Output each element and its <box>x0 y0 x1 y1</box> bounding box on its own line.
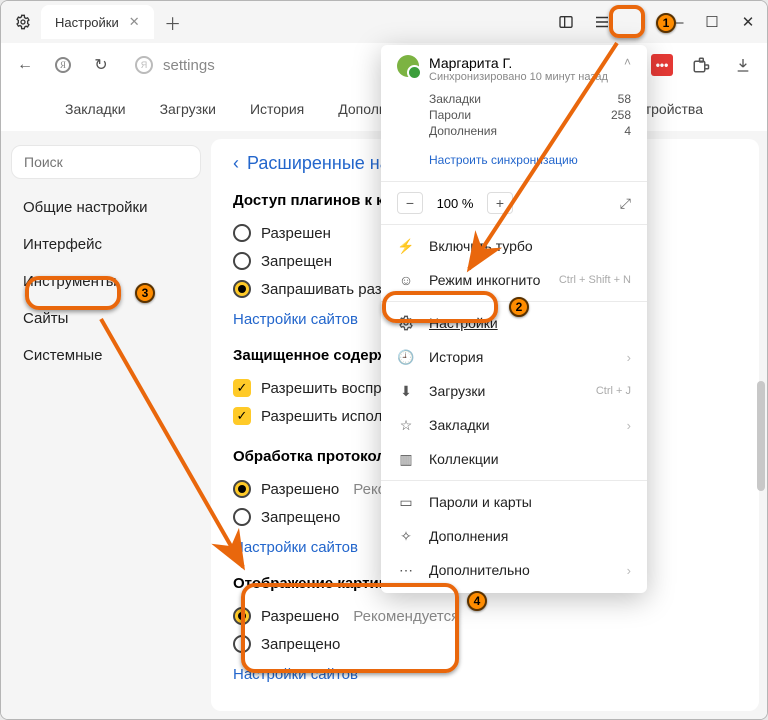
puzzle-icon: ✧ <box>397 527 415 545</box>
more-icon: ⋯ <box>397 561 415 579</box>
scrollbar-thumb[interactable] <box>757 381 765 491</box>
zoom-out-button[interactable]: − <box>397 192 423 214</box>
chevron-right-icon: › <box>627 350 631 365</box>
link-sites-settings[interactable]: Настройки сайтов <box>233 311 358 328</box>
sidebar-item-instruments[interactable]: Инструменты <box>11 263 201 300</box>
annotation-badge-3: 3 <box>135 283 155 303</box>
bolt-icon: ⚡ <box>397 237 415 255</box>
chevron-up-icon[interactable]: ˄ <box>624 55 631 69</box>
menu-collections[interactable]: ▥Коллекции <box>381 442 647 476</box>
reload-button[interactable]: ↻ <box>87 51 115 79</box>
link-sites-settings[interactable]: Настройки сайтов <box>233 666 358 683</box>
sync-stats: Закладки58 Пароли258 Дополнения4 <box>381 83 647 149</box>
opt-images-denied[interactable]: Запрещено <box>233 630 749 658</box>
star-icon: ☆ <box>397 416 415 434</box>
browser-tab[interactable]: Настройки ✕ <box>41 5 154 39</box>
maximize-button[interactable]: ☐ <box>703 13 721 31</box>
sidebar-item-interface[interactable]: Интерфейс <box>11 226 201 263</box>
menu-passwords[interactable]: ▭Пароли и карты <box>381 485 647 519</box>
close-button[interactable]: ✕ <box>739 13 757 31</box>
browser-window: Настройки ✕ ＋ — ☐ ✕ ← Я ↻ Я settings Нас… <box>0 0 768 720</box>
annotation-badge-2: 2 <box>509 297 529 317</box>
tab-downloads[interactable]: Загрузки <box>152 95 224 123</box>
divider <box>381 224 647 225</box>
menu-bookmarks[interactable]: ☆Закладки› <box>381 408 647 442</box>
divider <box>381 480 647 481</box>
yandex-home-icon[interactable]: Я <box>49 51 77 79</box>
card-icon: ▭ <box>397 493 415 511</box>
zoom-value: 100 % <box>427 196 483 211</box>
download-icon: ⬇ <box>397 382 415 400</box>
sidebar-item-sites[interactable]: Сайты <box>11 300 201 337</box>
title-bar: Настройки ✕ ＋ — ☐ ✕ <box>1 1 767 43</box>
tab-bookmarks[interactable]: Закладки <box>57 95 134 123</box>
menu-turbo[interactable]: ⚡Включить турбо <box>381 229 647 263</box>
sidebar-toggle-icon[interactable] <box>557 13 575 31</box>
extension-lastpass-icon[interactable]: ••• <box>651 54 673 76</box>
main-menu-popup: Маргарита Г. Синхронизировано 10 минут н… <box>381 45 647 593</box>
new-tab-button[interactable]: ＋ <box>160 9 186 35</box>
annotation-badge-4: 4 <box>467 591 487 611</box>
hamburger-menu-button[interactable] <box>593 13 611 31</box>
extensions-icon[interactable] <box>687 51 715 79</box>
menu-addons[interactable]: ✧Дополнения <box>381 519 647 553</box>
close-icon[interactable]: ✕ <box>129 14 140 30</box>
incognito-icon: ☺ <box>397 271 415 289</box>
user-section[interactable]: Маргарита Г. Синхронизировано 10 минут н… <box>381 55 647 83</box>
sidebar-item-system[interactable]: Системные <box>11 337 201 374</box>
menu-history[interactable]: 🕘История› <box>381 340 647 374</box>
divider <box>381 181 647 182</box>
zoom-in-button[interactable]: + <box>487 192 513 214</box>
clock-icon: 🕘 <box>397 348 415 366</box>
gear-icon <box>397 314 415 332</box>
address-text: settings <box>163 57 215 74</box>
menu-downloads[interactable]: ⬇ЗагрузкиCtrl + J <box>381 374 647 408</box>
tab-history[interactable]: История <box>242 95 312 123</box>
downloads-button[interactable] <box>729 51 757 79</box>
link-sites-settings[interactable]: Настройки сайтов <box>233 539 358 556</box>
opt-images-allowed[interactable]: РазрешеноРекомендуется <box>233 602 749 630</box>
menu-incognito[interactable]: ☺Режим инкогнитоCtrl + Shift + N <box>381 263 647 297</box>
settings-sidebar: Общие настройки Интерфейс Инструменты Са… <box>1 131 211 719</box>
back-button[interactable]: ← <box>11 51 39 79</box>
menu-more[interactable]: ⋯Дополнительно› <box>381 553 647 587</box>
gear-icon <box>9 8 37 36</box>
chevron-left-icon: ‹ <box>233 153 239 174</box>
configure-sync-link[interactable]: Настроить синхронизацию <box>381 149 647 177</box>
tab-label: Настройки <box>55 15 119 30</box>
search-input[interactable] <box>11 145 201 179</box>
zoom-controls: − 100 % + ⤢ <box>381 186 647 220</box>
avatar <box>397 55 419 77</box>
annotation-badge-1: 1 <box>656 13 676 33</box>
user-name: Маргарита Г. <box>429 55 608 71</box>
sync-status: Синхронизировано 10 минут назад <box>429 71 608 83</box>
chevron-right-icon: › <box>627 563 631 578</box>
collections-icon: ▥ <box>397 450 415 468</box>
sidebar-item-general[interactable]: Общие настройки <box>11 189 201 226</box>
site-icon: Я <box>135 56 153 74</box>
chevron-right-icon: › <box>627 418 631 433</box>
fullscreen-icon[interactable]: ⤢ <box>620 195 631 212</box>
